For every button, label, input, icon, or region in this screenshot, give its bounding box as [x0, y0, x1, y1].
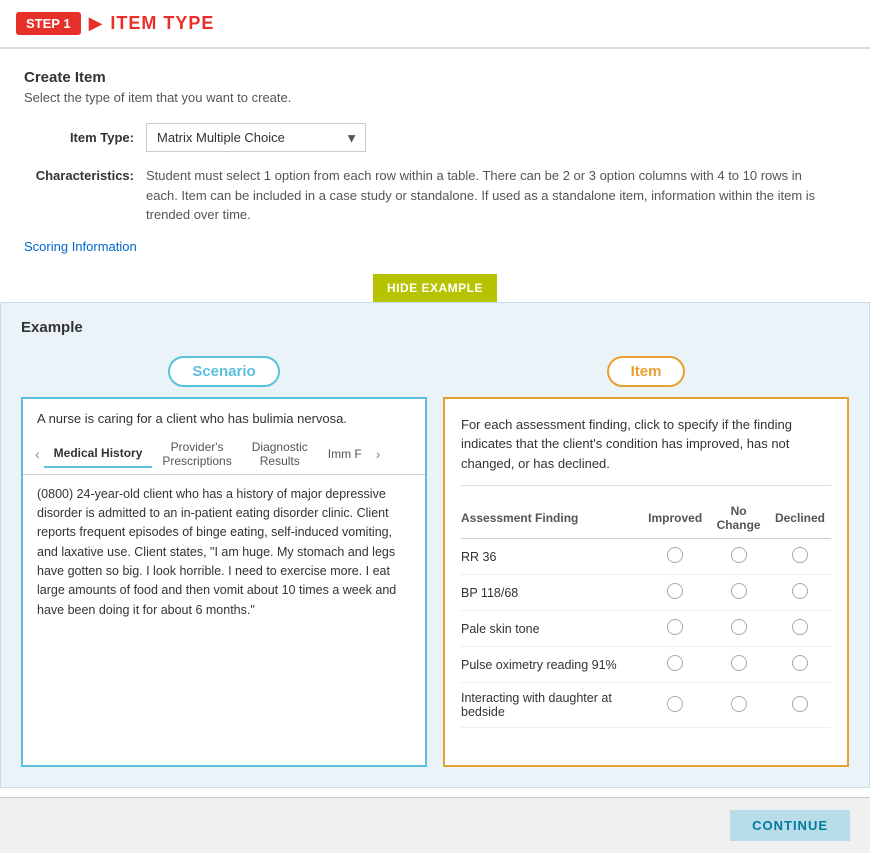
item-bubble-label: Item: [443, 356, 849, 387]
tab-immf-label: Imm F: [328, 447, 362, 461]
col-header-finding: Assessment Finding: [461, 498, 648, 539]
tab-right-arrow-icon[interactable]: ›: [372, 440, 385, 468]
step-arrow-icon: ▶: [89, 13, 103, 34]
item-bubble: Item: [607, 356, 686, 387]
scenario-column: Scenario A nurse is caring for a client …: [21, 356, 427, 767]
table-row: Pale skin tone: [461, 611, 831, 647]
radio-declined-4[interactable]: [775, 683, 831, 728]
radio-improved-4[interactable]: [648, 683, 708, 728]
main-content: Create Item Select the type of item that…: [0, 49, 870, 302]
characteristics-text: Student must select 1 option from each r…: [146, 166, 826, 225]
tab-providers-label2: Prescriptions: [162, 454, 231, 468]
table-row: Interacting with daughter at bedside: [461, 683, 831, 728]
hide-example-button[interactable]: HIDE EXAMPLE: [373, 274, 497, 302]
assessment-finding-2: Pale skin tone: [461, 611, 648, 647]
item-type-select-wrapper[interactable]: Matrix Multiple Choice ▼: [146, 123, 366, 152]
item-type-select[interactable]: Matrix Multiple Choice: [146, 123, 366, 152]
example-section: Example Scenario A nurse is caring for a…: [0, 302, 870, 788]
radio-declined-1[interactable]: [775, 575, 831, 611]
tab-providers-prescriptions[interactable]: Provider's Prescriptions: [152, 434, 241, 474]
create-item-title: Create Item: [24, 69, 846, 86]
assessment-finding-1: BP 118/68: [461, 575, 648, 611]
tab-imm-f[interactable]: Imm F: [318, 441, 372, 467]
tab-diagnostic-results[interactable]: Diagnostic Results: [242, 434, 318, 474]
item-description: For each assessment finding, click to sp…: [461, 415, 831, 487]
radio-no-change-2[interactable]: [708, 611, 775, 647]
radio-improved-1[interactable]: [648, 575, 708, 611]
create-item-subtitle: Select the type of item that you want to…: [24, 90, 846, 105]
table-row: Pulse oximetry reading 91%: [461, 647, 831, 683]
characteristics-row: Characteristics: Student must select 1 o…: [24, 166, 846, 225]
scenario-bubble-label: Scenario: [21, 356, 427, 387]
item-type-label: Item Type:: [24, 130, 134, 145]
scenario-box: A nurse is caring for a client who has b…: [21, 397, 427, 767]
col-header-improved: Improved: [648, 498, 708, 539]
example-title: Example: [21, 319, 849, 336]
page-header: STEP 1 ▶ ITEM TYPE: [0, 0, 870, 48]
radio-declined-2[interactable]: [775, 611, 831, 647]
scoring-information-link[interactable]: Scoring Information: [24, 239, 846, 254]
radio-improved-0[interactable]: [648, 539, 708, 575]
table-row: RR 36: [461, 539, 831, 575]
tab-diagnostic-label2: Results: [252, 454, 308, 468]
tab-diagnostic-label: Diagnostic: [252, 440, 308, 454]
item-column: Item For each assessment finding, click …: [443, 356, 849, 767]
tab-left-arrow-icon[interactable]: ‹: [31, 440, 44, 468]
step-badge: STEP 1: [16, 12, 81, 35]
radio-improved-2[interactable]: [648, 611, 708, 647]
assessment-table: Assessment Finding Improved No Change De…: [461, 498, 831, 728]
bottom-bar: CONTINUE: [0, 797, 870, 853]
radio-no-change-0[interactable]: [708, 539, 775, 575]
assessment-finding-0: RR 36: [461, 539, 648, 575]
item-box: For each assessment finding, click to sp…: [443, 397, 849, 767]
radio-declined-0[interactable]: [775, 539, 831, 575]
example-columns: Scenario A nurse is caring for a client …: [21, 356, 849, 767]
col-header-declined: Declined: [775, 498, 831, 539]
scenario-intro: A nurse is caring for a client who has b…: [23, 399, 425, 434]
radio-declined-3[interactable]: [775, 647, 831, 683]
radio-no-change-3[interactable]: [708, 647, 775, 683]
item-type-row: Item Type: Matrix Multiple Choice ▼: [24, 123, 846, 152]
scenario-bubble: Scenario: [168, 356, 279, 387]
scenario-body: (0800) 24-year-old client who has a hist…: [23, 475, 425, 635]
tab-medical-history[interactable]: Medical History: [44, 440, 153, 468]
table-row: BP 118/68: [461, 575, 831, 611]
tab-medical-history-label: Medical History: [54, 446, 143, 460]
scenario-tabs: ‹ Medical History Provider's Prescriptio…: [23, 434, 425, 475]
assessment-finding-4: Interacting with daughter at bedside: [461, 683, 648, 728]
hide-example-container: HIDE EXAMPLE: [24, 266, 846, 302]
assessment-finding-3: Pulse oximetry reading 91%: [461, 647, 648, 683]
continue-button[interactable]: CONTINUE: [730, 810, 850, 841]
radio-no-change-1[interactable]: [708, 575, 775, 611]
radio-no-change-4[interactable]: [708, 683, 775, 728]
characteristics-label: Characteristics:: [24, 166, 134, 225]
radio-improved-3[interactable]: [648, 647, 708, 683]
tab-providers-label: Provider's: [171, 440, 224, 454]
page-title: ITEM TYPE: [110, 13, 214, 34]
col-header-no-change: No Change: [708, 498, 775, 539]
